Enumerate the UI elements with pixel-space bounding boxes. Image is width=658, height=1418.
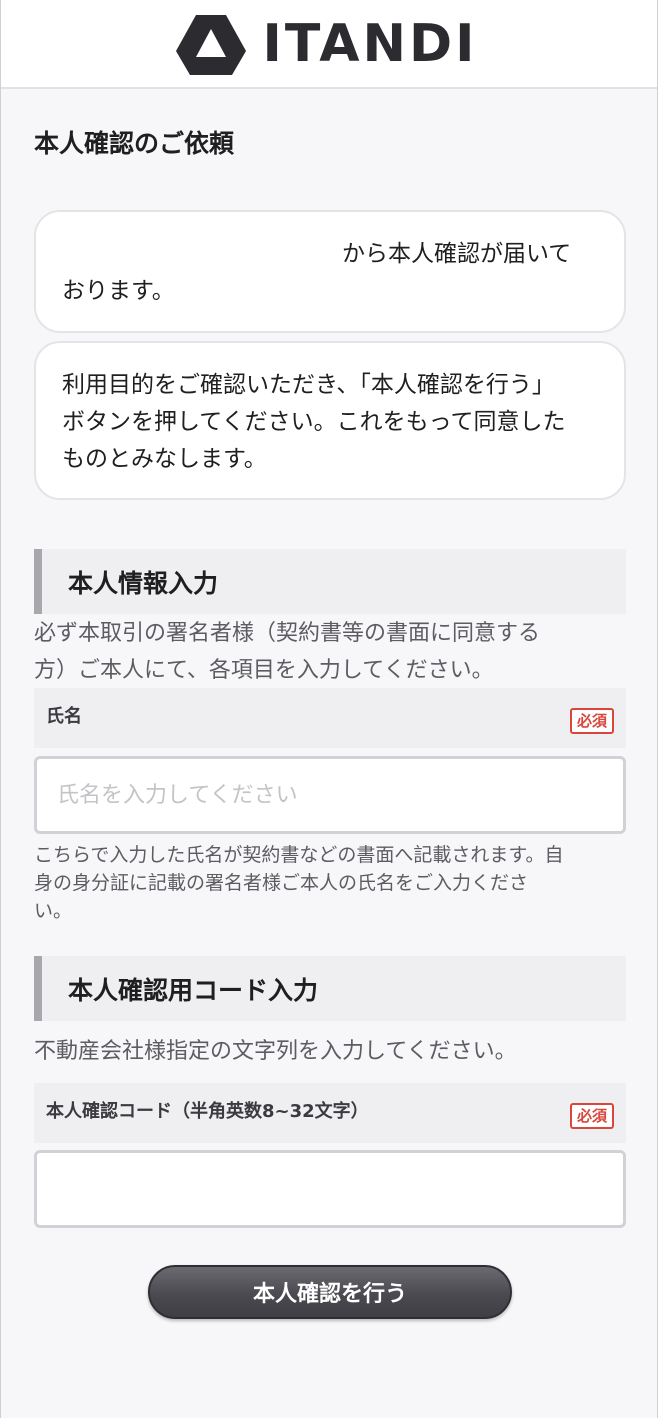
code-field-label-bar: 本人確認コード（半角英数8~32文字） 必須 xyxy=(34,1083,626,1143)
itandi-triangle-icon xyxy=(176,14,247,75)
name-field-label-bar: 氏名 必須 xyxy=(34,688,626,748)
header: ITANDI xyxy=(1,0,657,89)
name-label: 氏名 xyxy=(46,706,82,727)
verify-identity-button[interactable]: 本人確認を行う xyxy=(148,1265,512,1319)
instruction-line2: ボタンを押してください。これをもって同意した xyxy=(62,409,566,435)
code-input[interactable] xyxy=(34,1150,626,1228)
personal-info-heading: 本人情報入力 xyxy=(34,549,626,614)
instruction-line1: 利用目的をご確認いただき、「本人確認を行う」 xyxy=(62,372,555,398)
name-hint: こちらで入力した氏名が契約書などの書面へ記載されます。自 身の身分証に記載の署名… xyxy=(34,844,564,922)
logo-text: ITANDI xyxy=(262,13,478,74)
code-label: 本人確認コード（半角英数8~32文字） xyxy=(46,1101,369,1122)
request-message-bubble: から本人確認が届いて おります。 xyxy=(34,210,626,333)
required-badge: 必須 xyxy=(569,1103,614,1129)
instruction-message-bubble: 利用目的をご確認いただき、「本人確認を行う」 ボタンを押してください。これをもっ… xyxy=(34,341,626,500)
request-message-line1: から本人確認が届いて xyxy=(62,236,598,273)
redacted-company-name xyxy=(62,245,342,264)
name-input[interactable] xyxy=(34,756,626,834)
page-title: 本人確認のご依頼 xyxy=(34,129,235,158)
request-message-line2: おります。 xyxy=(62,278,175,304)
logo: ITANDI xyxy=(174,11,477,77)
instruction-line3: ものとみなします。 xyxy=(62,446,267,472)
page: ITANDI 本人確認のご依頼 から本人確認が届いて おります。 利用目的をご確… xyxy=(0,0,658,1418)
code-section-note: 不動産会社様指定の文字列を入力してください。 xyxy=(34,1039,517,1064)
personal-info-note: 必ず本取引の署名者様（契約書等の書面に同意する 方）ご本人にて、各項目を入力して… xyxy=(34,621,541,683)
code-section-heading: 本人確認用コード入力 xyxy=(34,956,626,1021)
required-badge: 必須 xyxy=(569,708,614,734)
